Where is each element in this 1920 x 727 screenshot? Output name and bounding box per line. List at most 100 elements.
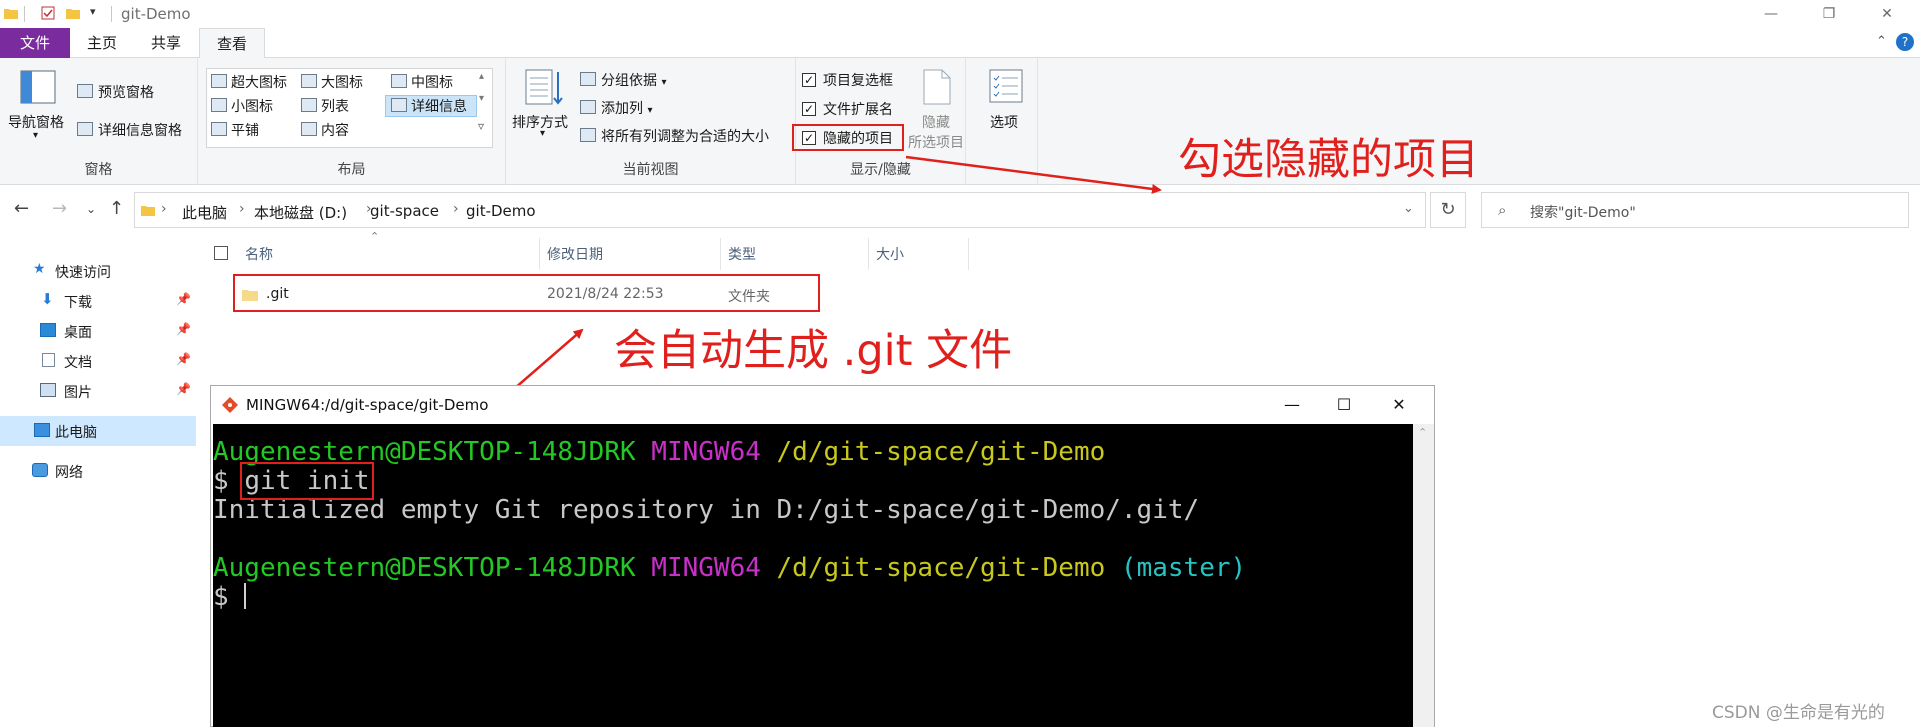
large-icons-icon (301, 74, 317, 88)
nav-item-network[interactable]: 网络 (0, 456, 196, 486)
terminal-input-line[interactable]: $ (213, 583, 1413, 612)
column-header-size[interactable]: 大小 (876, 244, 904, 264)
chevron-down-icon[interactable]: ▾ (33, 130, 38, 141)
chevron-down-icon[interactable]: ▾ (540, 128, 545, 139)
add-column-icon (580, 100, 596, 114)
pin-icon[interactable]: 📌 (176, 352, 191, 366)
gallery-up-icon[interactable]: ▴ (479, 71, 484, 82)
prompt-user-host: Augenestern@DESKTOP-148JDRK (213, 437, 636, 467)
column-divider[interactable] (720, 238, 721, 270)
small-icons-icon (211, 98, 227, 112)
minimize-button[interactable]: — (1748, 0, 1794, 28)
details-pane-button[interactable]: 详细信息窗格 (98, 120, 182, 140)
up-button[interactable]: ↑ (109, 198, 124, 219)
properties-icon[interactable] (41, 6, 55, 20)
content-icon (301, 122, 317, 136)
prompt-branch: (master) (1120, 553, 1247, 583)
layout-option-tiles[interactable]: 平铺 (231, 120, 259, 140)
navigation-pane-icon (20, 70, 56, 104)
fit-columns-button[interactable]: 将所有列调整为合适的大小 (601, 126, 769, 146)
breadcrumb-local-disk[interactable]: 本地磁盘 (D:) (254, 202, 347, 223)
close-button[interactable]: ✕ (1864, 0, 1910, 28)
breadcrumb-this-pc[interactable]: 此电脑 (182, 202, 227, 223)
collapse-ribbon-icon[interactable]: ⌃ (1876, 34, 1887, 49)
terminal-close-button[interactable]: ✕ (1376, 392, 1422, 418)
nav-item-pictures[interactable]: 图片 📌 (0, 376, 196, 406)
scroll-up-icon[interactable]: ⌃ (1418, 426, 1427, 439)
chevron-right-icon[interactable]: › (453, 201, 459, 217)
terminal-output[interactable]: Augenestern@DESKTOP-148JDRK MINGW64 /d/g… (213, 424, 1413, 727)
network-icon (32, 463, 48, 477)
terminal-maximize-button[interactable]: ☐ (1321, 392, 1367, 418)
layout-option-small[interactable]: 小图标 (231, 96, 273, 116)
file-list: ⌃ 名称 修改日期 类型 大小 .git 2021/8/24 22:53 文件夹 (200, 230, 1920, 386)
nav-item-label: 文档 (64, 355, 92, 371)
column-header-name[interactable]: 名称 (245, 244, 273, 264)
file-extensions-label[interactable]: 文件扩展名 (823, 99, 893, 119)
gallery-more-icon[interactable]: ▿ (478, 119, 484, 133)
pin-icon[interactable]: 📌 (176, 322, 191, 336)
options-button[interactable]: 选项 (990, 112, 1018, 132)
breadcrumb-git-demo[interactable]: git-Demo (466, 202, 536, 220)
nav-item-this-pc[interactable]: 此电脑 (0, 416, 196, 446)
hide-selected-icon (923, 69, 951, 105)
prompt-env: MINGW64 (651, 437, 761, 467)
refresh-button[interactable]: ↻ (1430, 192, 1466, 228)
column-divider[interactable] (539, 238, 540, 270)
pin-icon[interactable]: 📌 (176, 292, 191, 306)
layout-option-content[interactable]: 内容 (321, 120, 349, 140)
new-folder-icon[interactable] (66, 6, 80, 20)
select-all-checkbox[interactable] (214, 246, 228, 260)
search-input[interactable]: 搜索"git-Demo" (1530, 202, 1636, 222)
hide-selected-button[interactable]: 隐藏 (922, 112, 950, 132)
column-divider[interactable] (968, 238, 969, 270)
layout-option-medium[interactable]: 中图标 (411, 72, 453, 92)
picture-icon (40, 383, 56, 397)
command-text: git init (240, 462, 374, 500)
tab-home[interactable]: 主页 (70, 28, 134, 58)
nav-item-documents[interactable]: 文档 📌 (0, 346, 196, 376)
column-header-type[interactable]: 类型 (728, 244, 756, 264)
address-bar[interactable]: › 此电脑 › 本地磁盘 (D:) › git-space › git-Demo… (134, 192, 1426, 228)
chevron-right-icon[interactable]: › (161, 201, 167, 217)
column-divider[interactable] (868, 238, 869, 270)
terminal-minimize-button[interactable]: — (1269, 392, 1315, 418)
forward-button[interactable]: → (52, 198, 67, 219)
tab-share[interactable]: 共享 (134, 28, 198, 58)
nav-item-desktop[interactable]: 桌面 📌 (0, 316, 196, 346)
nav-item-downloads[interactable]: ⬇ 下载 📌 (0, 286, 196, 316)
chevron-down-icon[interactable]: ⌄ (1403, 201, 1414, 216)
navigation-pane-button[interactable]: 导航窗格 (8, 112, 64, 132)
back-button[interactable]: ← (14, 198, 29, 219)
item-checkboxes-checkbox[interactable]: ✓ (802, 73, 816, 87)
nav-item-quick-access[interactable]: ★ 快速访问 (0, 256, 196, 286)
layout-option-list[interactable]: 列表 (321, 96, 349, 116)
layout-option-details[interactable]: 详细信息 (411, 96, 467, 116)
pin-icon[interactable]: 📌 (176, 382, 191, 396)
breadcrumb-git-space[interactable]: git-space (370, 202, 439, 220)
item-checkboxes-label[interactable]: 项目复选框 (823, 70, 893, 90)
layout-option-extra-large[interactable]: 超大图标 (231, 72, 287, 92)
chevron-right-icon[interactable]: › (239, 201, 245, 217)
preview-pane-button[interactable]: 预览窗格 (98, 82, 154, 102)
layout-option-large[interactable]: 大图标 (321, 72, 363, 92)
tab-file[interactable]: 文件 (0, 28, 70, 58)
file-extensions-checkbox[interactable]: ✓ (802, 102, 816, 116)
layout-gallery: 超大图标 大图标 中图标 小图标 列表 详细信息 平铺 内容 ▴ ▾ ▿ (206, 68, 493, 148)
column-header-modified[interactable]: 修改日期 (547, 244, 603, 264)
download-icon: ⬇ (41, 290, 54, 308)
restore-button[interactable]: ❐ (1806, 0, 1852, 28)
add-column-button[interactable]: 添加列 ▾ (601, 98, 652, 118)
quick-access-dropdown-icon[interactable]: ▾ (90, 5, 96, 18)
add-column-label: 添加列 (601, 101, 643, 117)
git-folder-highlight (233, 274, 820, 312)
terminal-title: MINGW64:/d/git-space/git-Demo (246, 396, 489, 414)
gallery-down-icon[interactable]: ▾ (479, 93, 484, 104)
terminal-scrollbar[interactable]: ⌃ (1413, 424, 1434, 727)
search-box[interactable]: ⌕ 搜索"git-Demo" (1481, 192, 1909, 228)
tab-view[interactable]: 查看 (199, 28, 265, 59)
help-icon[interactable]: ? (1896, 33, 1914, 51)
recent-locations-icon[interactable]: ⌄ (86, 202, 96, 216)
current-view-group: 排序方式 ▾ 分组依据 ▾ 添加列 ▾ 将所有列调整为合适的大小 当前视图 (506, 58, 796, 185)
group-by-button[interactable]: 分组依据 ▾ (601, 70, 666, 90)
